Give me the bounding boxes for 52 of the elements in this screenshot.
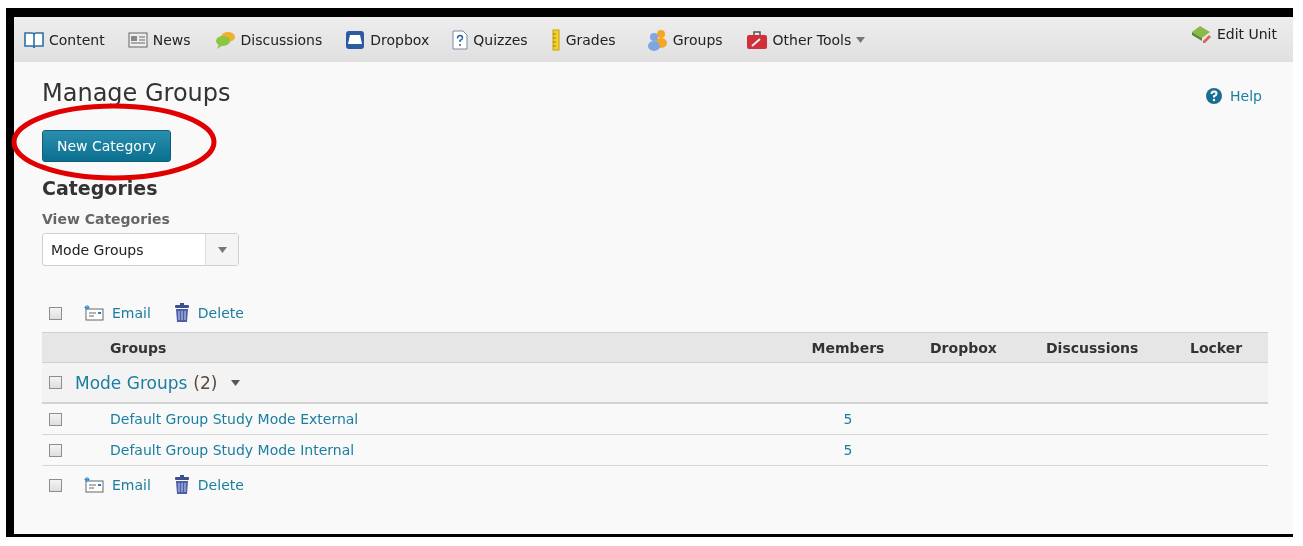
caret-icon[interactable] <box>231 380 241 389</box>
column-header: Discussions <box>1046 339 1139 356</box>
member-count-link[interactable]: 5 <box>843 411 853 427</box>
newspaper-icon <box>127 31 148 48</box>
column-header: Locker <box>1190 339 1243 356</box>
group-count: (2) <box>193 372 218 393</box>
category-select[interactable]: Mode Groups <box>42 233 239 266</box>
book-pencil-icon <box>1189 24 1212 44</box>
toolbox-icon <box>745 29 768 50</box>
email-list-icon <box>84 477 104 493</box>
column-header: Members <box>811 339 885 356</box>
nav-link[interactable]: Grades <box>550 28 616 51</box>
checkbox[interactable] <box>49 443 62 457</box>
question-page-icon <box>452 29 469 50</box>
trash-icon <box>173 475 190 495</box>
page-title: Manage Groups <box>42 78 231 108</box>
field-label: View Categories <box>42 211 171 227</box>
speech-bubbles-icon <box>213 29 236 50</box>
help-link[interactable]: Help <box>1206 88 1262 104</box>
ruler-icon <box>550 28 561 51</box>
caret-icon <box>217 246 227 253</box>
section-heading: Categories <box>42 176 159 200</box>
checkbox[interactable] <box>49 478 62 492</box>
email-link[interactable]: Email <box>84 305 151 321</box>
email-list-icon <box>84 305 104 321</box>
nav-link[interactable]: Dropbox <box>345 29 430 50</box>
group-link[interactable]: Default Group Study Mode External <box>110 411 359 427</box>
group-link[interactable]: Default Group Study Mode Internal <box>110 442 355 458</box>
book-icon <box>24 30 44 49</box>
nav-link[interactable]: News <box>127 31 191 48</box>
delete-link[interactable]: Delete <box>173 475 244 495</box>
people-icon <box>645 28 668 51</box>
caret-icon <box>856 36 866 43</box>
delete-link[interactable]: Delete <box>173 303 244 323</box>
email-link[interactable]: Email <box>84 477 151 493</box>
member-count-link[interactable]: 5 <box>843 442 853 458</box>
column-header: Groups <box>110 339 167 356</box>
trash-icon <box>173 303 190 323</box>
nav-link[interactable]: Content <box>24 30 105 49</box>
nav-link[interactable]: Discussions <box>213 29 323 50</box>
category-link[interactable]: Mode Groups <box>75 372 188 393</box>
help-icon <box>1206 88 1223 104</box>
inbox-tray-icon <box>345 29 366 50</box>
nav-link[interactable]: Quizzes <box>452 29 528 50</box>
edit-unit-link[interactable]: Edit Unit <box>1189 24 1277 44</box>
nav-link[interactable]: Other Tools <box>745 29 866 50</box>
checkbox[interactable] <box>49 412 62 426</box>
checkbox[interactable] <box>49 376 62 389</box>
checkbox[interactable] <box>49 306 62 320</box>
nav-link[interactable]: Groups <box>645 28 723 51</box>
column-header: Dropbox <box>930 339 997 356</box>
new-category-button[interactable]: New Category <box>42 130 171 162</box>
